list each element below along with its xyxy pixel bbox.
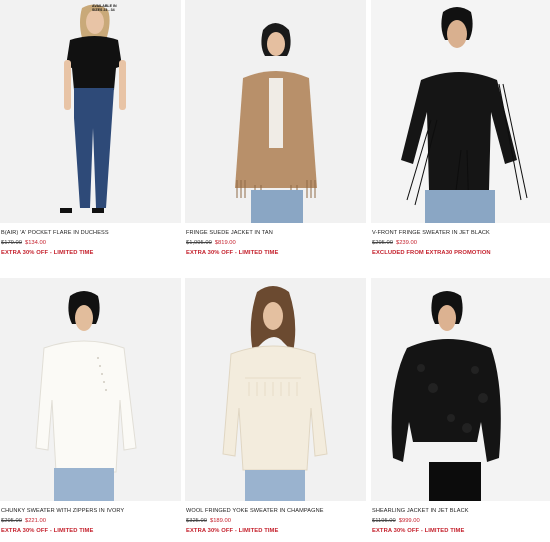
product-name[interactable]: V-FRONT FRINGE SWEATER IN JET BLACK [372,230,490,236]
sale-price: $239.00 [395,240,417,246]
original-price: $325.00 [186,518,207,524]
product-card[interactable]: AVAILABLE IN SIZES 23 - 34 B(AIR) 'A' PO… [0,0,181,270]
product-image[interactable] [371,278,550,501]
promo-label: EXTRA 30% OFF - LIMITED TIME [1,528,94,534]
original-price: $179.00 [1,240,22,246]
product-name[interactable]: CHUNKY SWEATER WITH ZIPPERS IN IVORY [1,508,124,514]
original-price: $1,095.00 [186,240,212,246]
sale-price: $134.00 [24,240,46,246]
badge-line-2: SIZES 23 - 34 [92,8,115,12]
product-card[interactable]: SHEARLING JACKET IN JET BLACK $1195.00 $9… [371,278,550,542]
original-price: $295.00 [372,240,393,246]
product-name[interactable]: WOOL FRINGED YOKE SWEATER IN CHAMPAGNE [186,508,324,514]
original-price: $295.00 [1,518,22,524]
product-image[interactable] [185,278,366,501]
product-image[interactable] [185,0,366,223]
product-card[interactable]: V-FRONT FRINGE SWEATER IN JET BLACK $295… [371,0,550,270]
product-prices: $325.00 $189.00 [186,518,231,524]
product-image[interactable]: AVAILABLE IN SIZES 23 - 34 [0,0,181,223]
promo-label: EXCLUDED FROM EXTRA30 PROMOTION [372,250,491,256]
sale-price: $999.00 [398,518,420,524]
product-prices: $1195.00 $999.00 [372,518,420,524]
product-image[interactable] [371,0,550,223]
model-in-champagne-fringed-sweater [185,278,366,501]
product-prices: $179.00 $134.00 [1,240,46,246]
product-name[interactable]: FRINGE SUEDE JACKET IN TAN [186,230,273,236]
model-in-black-shearling-jacket [371,278,550,501]
product-grid: AVAILABLE IN SIZES 23 - 34 B(AIR) 'A' PO… [0,0,550,542]
model-in-suede-fringe-jacket [185,0,366,223]
sale-price: $221.00 [24,518,46,524]
product-card[interactable]: FRINGE SUEDE JACKET IN TAN $1,095.00 $819… [185,0,366,270]
product-card[interactable]: CHUNKY SWEATER WITH ZIPPERS IN IVORY $29… [0,278,181,542]
product-name[interactable]: SHEARLING JACKET IN JET BLACK [372,508,469,514]
product-card[interactable]: WOOL FRINGED YOKE SWEATER IN CHAMPAGNE $… [185,278,366,542]
sizes-badge: AVAILABLE IN SIZES 23 - 34 [92,4,117,12]
product-prices: $295.00 $239.00 [372,240,417,246]
sale-price: $189.00 [209,518,231,524]
product-image[interactable] [0,278,181,501]
model-in-black-fringe-sweater [371,0,550,223]
promo-label: EXTRA 30% OFF - LIMITED TIME [1,250,94,256]
product-name[interactable]: B(AIR) 'A' POCKET FLARE IN DUCHESS [1,230,109,236]
product-prices: $295.00 $221.00 [1,518,46,524]
promo-label: EXTRA 30% OFF - LIMITED TIME [186,250,279,256]
model-in-ivory-chunky-sweater [0,278,181,501]
promo-label: EXTRA 30% OFF - LIMITED TIME [372,528,465,534]
model-in-black-tee-and-jeans [0,0,181,223]
sale-price: $819.00 [214,240,236,246]
promo-label: EXTRA 30% OFF - LIMITED TIME [186,528,279,534]
original-price: $1195.00 [372,518,396,524]
product-prices: $1,095.00 $819.00 [186,240,236,246]
